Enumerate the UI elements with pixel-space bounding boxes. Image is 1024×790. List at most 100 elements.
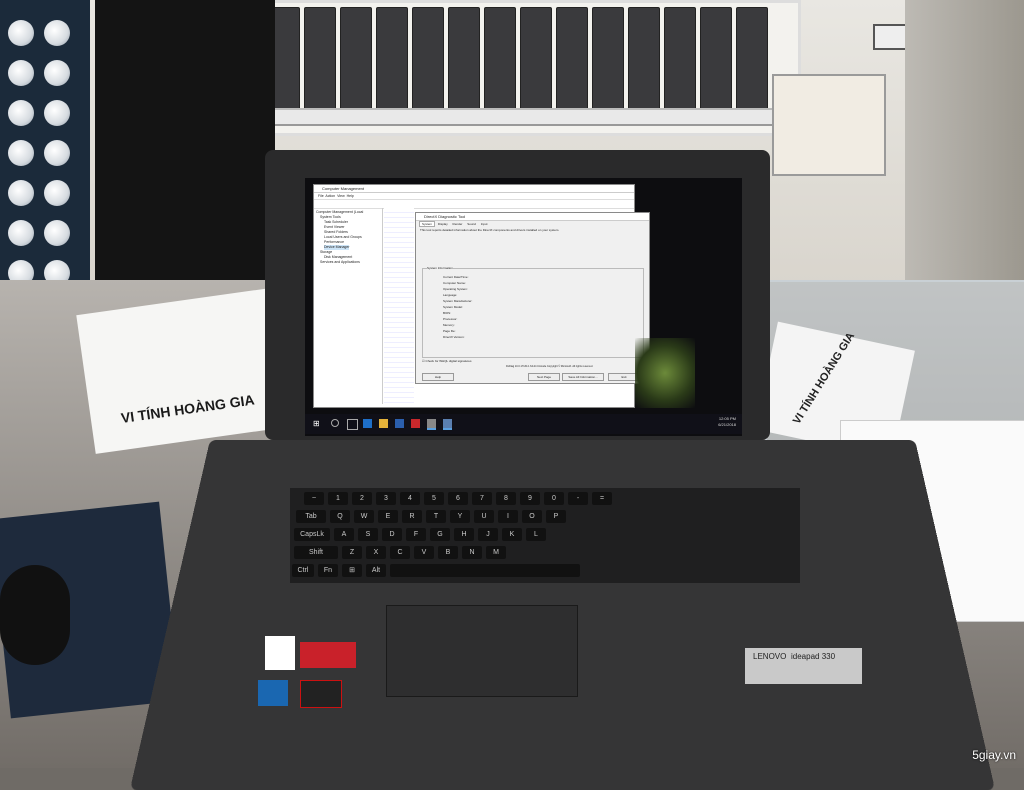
key: S [358, 528, 378, 541]
field-label: Memory: [443, 323, 455, 327]
key-tab: Tab [296, 510, 326, 523]
pillar [905, 0, 1024, 300]
field-label: Language: [443, 293, 458, 297]
computer-management-titlebar[interactable]: Computer Management [314, 185, 634, 193]
boxed-pc [664, 7, 696, 113]
warranty-sticker [300, 642, 356, 668]
field-label: System Manufacturer: [443, 299, 473, 303]
tab-render[interactable]: Render [451, 222, 465, 226]
tab-sound[interactable]: Sound [465, 222, 478, 226]
mouse [0, 565, 70, 665]
key: 9 [520, 492, 540, 505]
key: 4 [400, 492, 420, 505]
key: 1 [328, 492, 348, 505]
key: B [438, 546, 458, 559]
dxdiag-tabs: System Display Render Sound Input [416, 221, 649, 227]
key-space [390, 564, 580, 577]
key: 6 [448, 492, 468, 505]
watermark: 5giay.vn [972, 748, 1016, 762]
key: ~ [304, 492, 324, 505]
key-ctrl: Ctrl [292, 564, 314, 577]
edge-icon[interactable] [363, 419, 372, 428]
help-button[interactable]: Help [422, 373, 454, 381]
menu-file[interactable]: File [318, 194, 324, 198]
boxed-pc [340, 7, 372, 113]
tab-system[interactable]: System [419, 221, 436, 227]
boxed-pc [592, 7, 624, 113]
whql-checkbox-label: Check for WHQL digital signatures [425, 359, 472, 363]
tree-services[interactable]: Services and Applications [320, 260, 360, 265]
key: E [378, 510, 398, 523]
task-view-icon[interactable] [347, 419, 358, 430]
key: 8 [496, 492, 516, 505]
windows-key-icon: ⊞ [342, 564, 362, 577]
intel-sticker [258, 680, 288, 706]
key: H [454, 528, 474, 541]
key-alt: Alt [366, 564, 386, 577]
boxed-pc [484, 7, 516, 113]
key: 5 [424, 492, 444, 505]
brand-plate: LENOVO ideapad 330 [745, 648, 862, 684]
menu-action[interactable]: Action [325, 194, 335, 198]
shelf-rail [255, 108, 795, 126]
field-label: Computer Name: [443, 281, 466, 285]
boxed-pc [736, 7, 768, 113]
whql-checkbox[interactable]: ☑ Check for WHQL digital signatures [422, 359, 471, 363]
boxed-pc [448, 7, 480, 113]
laptop-screen: Computer Management File Action View Hel… [305, 178, 742, 436]
key-caps: CapsLk [294, 528, 330, 541]
flyer-left-text: VI TÍNH HOÀNG GIA [119, 391, 256, 426]
key: L [526, 528, 546, 541]
field-label: System Model: [443, 305, 463, 309]
key: Y [450, 510, 470, 523]
key: T [426, 510, 446, 523]
key: Z [342, 546, 362, 559]
boxed-pc [304, 7, 336, 113]
boxed-pc [700, 7, 732, 113]
key: 7 [472, 492, 492, 505]
dxdiag-window[interactable]: DirectX Diagnostic Tool System Display R… [415, 212, 650, 384]
next-page-button[interactable]: Next Page [528, 373, 560, 381]
key: 3 [376, 492, 396, 505]
qr-sticker [265, 636, 295, 670]
key: = [592, 492, 612, 505]
model-name: ideapad 330 [791, 652, 836, 661]
key: P [546, 510, 566, 523]
system-clock[interactable]: 12:05 PM 6/21/2018 [718, 416, 736, 428]
tab-display[interactable]: Display [436, 222, 450, 226]
system-information-group: System Information Current Date/Time: Co… [422, 266, 644, 358]
key: A [334, 528, 354, 541]
background-monitor [95, 0, 275, 300]
save-all-button[interactable]: Save All Information... [562, 373, 604, 381]
field-label: Page file: [443, 329, 456, 333]
computer-management-taskbar-icon[interactable] [427, 419, 436, 430]
key: O [522, 510, 542, 523]
tab-input[interactable]: Input [479, 222, 490, 226]
section-title: System Information [427, 266, 453, 270]
dxdiag-titlebar[interactable]: DirectX Diagnostic Tool [416, 213, 649, 221]
menu-view[interactable]: View [337, 194, 345, 198]
menu-bar: File Action View Help [314, 193, 634, 200]
windows-start-icon[interactable]: ⊞ [313, 419, 322, 428]
key: U [474, 510, 494, 523]
boxed-pc [556, 7, 588, 113]
key: W [354, 510, 374, 523]
taskbar: ⊞ 12:05 PM 6/21/2018 [305, 414, 742, 434]
menu-help[interactable]: Help [347, 194, 354, 198]
wallpaper-glow [635, 338, 695, 408]
field-label: DirectX Version: [443, 335, 465, 339]
file-explorer-icon[interactable] [379, 419, 388, 428]
store-icon[interactable] [395, 419, 404, 428]
search-icon[interactable] [331, 419, 339, 427]
key: J [478, 528, 498, 541]
wall-poster [772, 74, 886, 176]
dxdiag-taskbar-icon[interactable] [443, 419, 452, 430]
device-list [384, 208, 414, 404]
key: C [390, 546, 410, 559]
key: - [568, 492, 588, 505]
app-icon[interactable] [411, 419, 420, 428]
field-label: BIOS: [443, 311, 452, 315]
laptop-keyboard: ~ 1 2 3 4 5 6 7 8 9 0 - = Tab Q W E R T … [290, 488, 800, 583]
boxed-pc [520, 7, 552, 113]
key: 2 [352, 492, 372, 505]
